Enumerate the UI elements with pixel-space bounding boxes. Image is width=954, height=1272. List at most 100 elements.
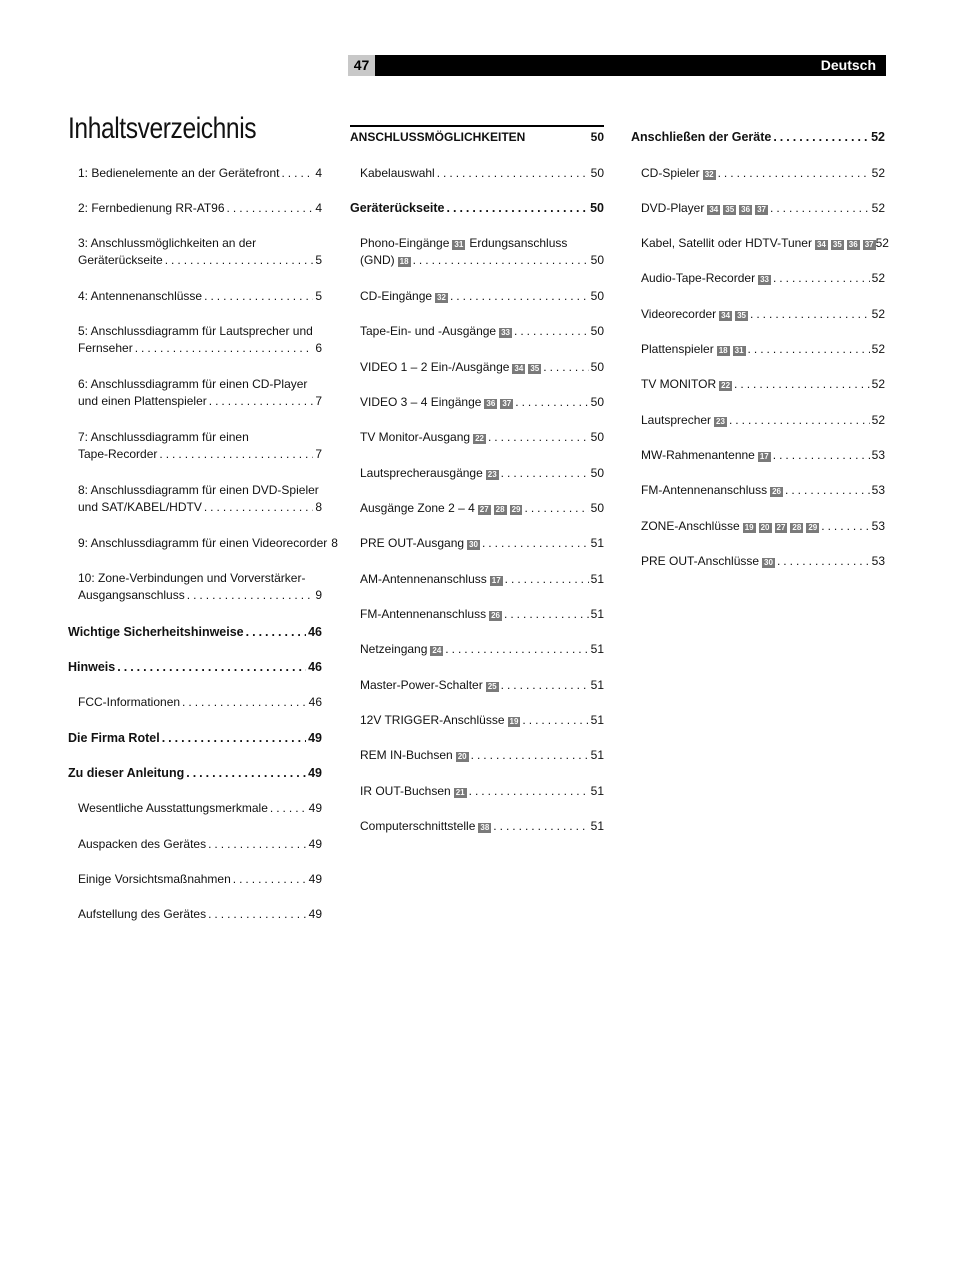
- toc-page-number[interactable]: 49: [309, 906, 322, 923]
- toc-entry[interactable]: 9: Anschlussdiagramm für einen Videoreco…: [68, 535, 338, 552]
- toc-page-number[interactable]: 5: [315, 252, 322, 269]
- toc-entry[interactable]: 1: Bedienelemente an der Gerätefront 4: [68, 165, 322, 182]
- toc-entry[interactable]: Wichtige Sicherheitshinweise 46: [68, 624, 322, 641]
- toc-entry[interactable]: Einige Vorsichtsmaßnahmen 49: [68, 871, 322, 888]
- toc-entry[interactable]: MW-Rahmenantenne17 53: [631, 447, 885, 464]
- toc-page-number[interactable]: 51: [591, 677, 604, 694]
- toc-entry[interactable]: Kabel, Satellit oder HDTV-Tuner 34 35 36 37 5…: [631, 235, 889, 252]
- toc-page-number[interactable]: 51: [591, 535, 604, 552]
- toc-page-number[interactable]: 52: [876, 235, 889, 252]
- toc-entry[interactable]: 8: Anschlussdiagramm für einen DVD-Spiel…: [68, 482, 322, 516]
- toc-entry[interactable]: Plattenspieler1831 52: [631, 341, 885, 358]
- toc-page-number[interactable]: 51: [591, 783, 604, 800]
- toc-entry[interactable]: VIDEO 1 – 2 Ein-/Ausgänge3435 50: [350, 359, 604, 376]
- toc-page-number[interactable]: 50: [591, 288, 604, 305]
- toc-page-number[interactable]: 49: [309, 836, 322, 853]
- toc-page-number[interactable]: 53: [872, 553, 885, 570]
- toc-page-number[interactable]: 52: [872, 270, 885, 287]
- toc-page-number[interactable]: 51: [591, 571, 604, 588]
- toc-entry[interactable]: REM IN-Buchsen20 51: [350, 747, 604, 764]
- toc-entry[interactable]: TV MONITOR22 52: [631, 376, 885, 393]
- toc-entry[interactable]: Lautsprecherausgänge23 50: [350, 465, 604, 482]
- toc-entry[interactable]: Kabelauswahl 50: [350, 165, 604, 182]
- toc-entry[interactable]: Lautsprecher23 52: [631, 412, 885, 429]
- toc-page-number[interactable]: 50: [591, 129, 604, 146]
- toc-page-number[interactable]: 52: [872, 341, 885, 358]
- toc-page-number[interactable]: 46: [308, 624, 322, 641]
- toc-entry[interactable]: ZONE-Anschlüsse1920272829 53: [631, 518, 885, 535]
- toc-entry[interactable]: Tape-Ein- und -Ausgänge33 50: [350, 323, 604, 340]
- toc-entry[interactable]: Ausgänge Zone 2 – 4272829 50: [350, 500, 604, 517]
- toc-page-number[interactable]: 50: [590, 200, 604, 217]
- toc-page-number[interactable]: 5: [315, 288, 322, 305]
- toc-entry[interactable]: 2: Fernbedienung RR-AT96 4: [68, 200, 322, 217]
- toc-entry[interactable]: Netzeingang24 51: [350, 641, 604, 658]
- toc-page-number[interactable]: 51: [591, 606, 604, 623]
- toc-page-number[interactable]: 8: [331, 535, 338, 552]
- toc-entry[interactable]: AM-Antennenanschluss17 51: [350, 571, 604, 588]
- toc-entry[interactable]: PRE OUT-Ausgang30 51: [350, 535, 604, 552]
- toc-entry[interactable]: Die Firma Rotel 49: [68, 730, 322, 747]
- toc-page-number[interactable]: 8: [315, 499, 322, 516]
- toc-page-number[interactable]: 51: [591, 747, 604, 764]
- toc-page-number[interactable]: 49: [309, 871, 322, 888]
- toc-page-number[interactable]: 53: [872, 447, 885, 464]
- toc-page-number[interactable]: 7: [315, 393, 322, 410]
- toc-page-number[interactable]: 52: [872, 165, 885, 182]
- toc-entry[interactable]: Phono-Eingänge 31 Erdungsanschluss (GND) 18…: [350, 235, 604, 269]
- toc-entry[interactable]: 6: Anschlussdiagramm für einen CD-Player…: [68, 376, 322, 410]
- toc-page-number[interactable]: 52: [871, 129, 885, 146]
- toc-page-number[interactable]: 50: [591, 500, 604, 517]
- toc-entry[interactable]: Zu dieser Anleitung 49: [68, 765, 322, 782]
- toc-page-number[interactable]: 50: [591, 359, 604, 376]
- toc-entry[interactable]: CD-Eingänge32 50: [350, 288, 604, 305]
- toc-entry[interactable]: TV Monitor-Ausgang22 50: [350, 429, 604, 446]
- toc-page-number[interactable]: 49: [309, 800, 322, 817]
- toc-entry[interactable]: FM-Antennenanschluss26 51: [350, 606, 604, 623]
- toc-entry[interactable]: 10: Zone-Verbindungen und Vorverstärker-…: [68, 570, 322, 604]
- toc-entry[interactable]: FCC-Informationen 46: [68, 694, 322, 711]
- toc-entry[interactable]: IR OUT-Buchsen21 51: [350, 783, 604, 800]
- toc-page-number[interactable]: 50: [591, 465, 604, 482]
- toc-page-number[interactable]: 49: [308, 730, 322, 747]
- toc-page-number[interactable]: 52: [872, 306, 885, 323]
- toc-entry[interactable]: 7: Anschlussdiagramm für einen Tape-Recor…: [68, 429, 322, 463]
- toc-page-number[interactable]: 50: [591, 165, 604, 182]
- toc-entry[interactable]: PRE OUT-Anschlüsse30 53: [631, 553, 885, 570]
- toc-entry[interactable]: Videorecorder3435 52: [631, 306, 885, 323]
- toc-page-number[interactable]: 50: [591, 394, 604, 411]
- toc-entry[interactable]: 3: Anschlussmöglichkeiten an der Geräterü…: [68, 235, 322, 269]
- toc-entry[interactable]: CD-Spieler32 52: [631, 165, 885, 182]
- toc-page-number[interactable]: 51: [591, 641, 604, 658]
- toc-page-number[interactable]: 6: [315, 340, 322, 357]
- toc-page-number[interactable]: 46: [308, 659, 322, 676]
- toc-page-number[interactable]: 46: [309, 694, 322, 711]
- toc-entry[interactable]: Wesentliche Ausstattungsmerkmale 49: [68, 800, 322, 817]
- toc-page-number[interactable]: 50: [591, 429, 604, 446]
- toc-page-number[interactable]: 49: [308, 765, 322, 782]
- toc-page-number[interactable]: 52: [872, 412, 885, 429]
- toc-entry[interactable]: Geräterückseite 50: [350, 200, 604, 217]
- toc-page-number[interactable]: 50: [591, 252, 604, 269]
- toc-entry[interactable]: Master-Power-Schalter25 51: [350, 677, 604, 694]
- toc-page-number[interactable]: 53: [872, 482, 885, 499]
- toc-page-number[interactable]: 9: [315, 587, 322, 604]
- toc-entry[interactable]: 5: Anschlussdiagramm für Lautsprecher un…: [68, 323, 322, 357]
- toc-entry[interactable]: Auspacken des Gerätes 49: [68, 836, 322, 853]
- toc-page-number[interactable]: 53: [872, 518, 885, 535]
- toc-page-number[interactable]: 52: [872, 376, 885, 393]
- toc-entry[interactable]: Computerschnittstelle38 51: [350, 818, 604, 835]
- toc-entry[interactable]: Audio-Tape-Recorder33 52: [631, 270, 885, 287]
- toc-entry[interactable]: 4: Antennenanschlüsse 5: [68, 288, 322, 305]
- toc-page-number[interactable]: 4: [315, 200, 322, 217]
- toc-page-number[interactable]: 52: [872, 200, 885, 217]
- toc-page-number[interactable]: 51: [591, 818, 604, 835]
- toc-entry[interactable]: Hinweis 46: [68, 659, 322, 676]
- toc-entry[interactable]: VIDEO 3 – 4 Eingänge3637 50: [350, 394, 604, 411]
- toc-entry[interactable]: Anschließen der Geräte 52: [631, 129, 885, 146]
- toc-page-number[interactable]: 50: [591, 323, 604, 340]
- toc-entry[interactable]: ANSCHLUSSMÖGLICHKEITEN 50: [350, 129, 604, 146]
- toc-page-number[interactable]: 4: [315, 165, 322, 182]
- toc-page-number[interactable]: 51: [591, 712, 604, 729]
- toc-entry[interactable]: DVD-Player34353637 52: [631, 200, 885, 217]
